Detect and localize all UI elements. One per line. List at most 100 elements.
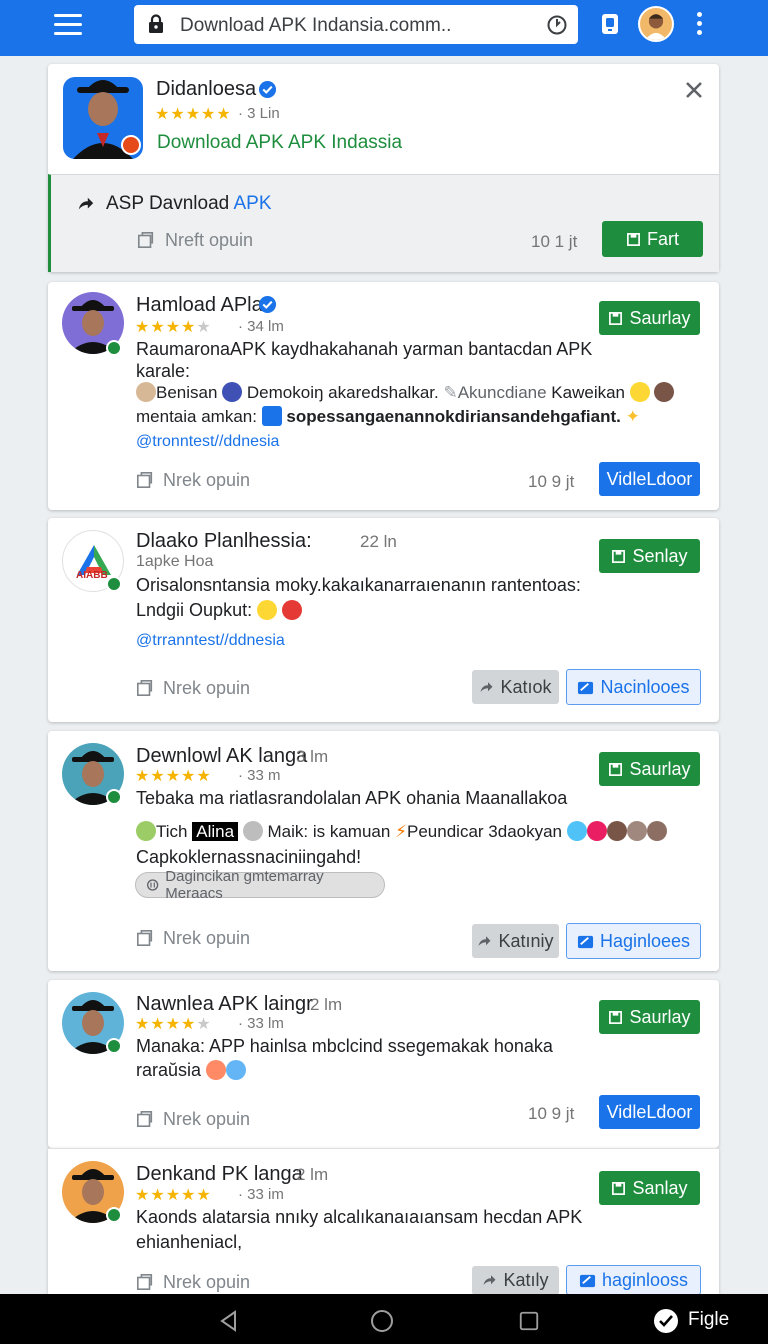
video-download-button[interactable]: VidleLdoor	[599, 462, 700, 496]
footer-label: Nrek opuin	[163, 470, 251, 490]
fart-button[interactable]: Fart	[602, 221, 703, 257]
post-title: Dlaako Planlhessia:	[136, 530, 312, 552]
post-card-3[interactable]: Dewnlowl AK langa 3 lm ★★★★★ · 33 m Saur…	[48, 731, 719, 971]
rating-stars: ★★★★★	[135, 768, 212, 785]
post-meta-title: 2 lm	[310, 995, 343, 1014]
post-body-line: Kaonds alatarsia nnıky alcalıkanaıaıansa…	[136, 1207, 583, 1227]
reload-icon[interactable]	[546, 14, 568, 36]
reply-icon[interactable]	[136, 1273, 154, 1291]
reply-icon[interactable]	[137, 231, 155, 249]
emoji-icon	[566, 821, 587, 841]
saurlay-button[interactable]: Saurlay	[599, 752, 700, 786]
reply-icon[interactable]	[136, 471, 154, 489]
katiniy-button[interactable]: Katıniy	[472, 924, 559, 958]
post-meta-title: 2 lm	[296, 1165, 329, 1184]
download-row: ASP Davnload APK Nreft opuin 10 1 jt Far…	[48, 174, 719, 272]
profile-avatar[interactable]	[638, 6, 674, 42]
footer-label: Nreft opuin	[165, 230, 254, 250]
online-indicator	[106, 1207, 122, 1223]
edit-box-icon	[578, 681, 594, 694]
pizza-emoji-icon	[206, 1060, 227, 1080]
verified-icon	[258, 295, 277, 314]
haginloees-button[interactable]: Haginloees	[566, 923, 701, 959]
saurlay-button[interactable]: Saurlay	[599, 301, 700, 335]
person-emoji-icon	[136, 821, 156, 841]
recents-icon[interactable]	[518, 1310, 540, 1332]
post-handle-link[interactable]: @tronntest//ddnesia	[136, 433, 279, 451]
post-title: Dewnlowl AK langa	[136, 745, 308, 767]
post-body-line: Capkoklernassnaciniingahd!	[136, 847, 362, 867]
menu-icon[interactable]	[54, 14, 82, 36]
home-icon[interactable]	[370, 1309, 394, 1333]
app-title: Didanloesa	[156, 78, 257, 100]
post-body-line: ehianheniacl,	[136, 1232, 243, 1252]
footer-label: Nrek opuin	[163, 1109, 251, 1129]
post-body-line-2: Lndgii Oupkut:	[136, 600, 303, 621]
system-nav-bar: Figle	[0, 1294, 768, 1344]
post-body-line: Orisalonsntansia moky.kakaıkanarraıenanı…	[136, 575, 581, 595]
post-mentions-line-2: mentaia amkan: sopessangaenannokdiriansa…	[136, 406, 640, 426]
smiley-emoji-icon	[257, 600, 278, 620]
post-body-line: Tebaka ma riatlasrandolalan APK ohania M…	[136, 788, 568, 808]
sparkle-emoji-icon: ✦	[625, 407, 640, 426]
post-body-line-2: raraŭsia	[136, 1060, 247, 1081]
post-meta-title: 3 lm	[296, 747, 329, 766]
post-body-line: Manaka: APP hainlsa mbclcind ssegemakak …	[136, 1036, 553, 1056]
person-emoji-icon	[136, 382, 156, 402]
time-label: 10 9 jt	[528, 472, 575, 491]
lock-icon	[149, 14, 163, 33]
post-mentions-line: Benisan Demokoiŋ akaredshalkar. ✎Akuncdi…	[136, 382, 675, 403]
post-card-2[interactable]: AIABB Dlaako Planlhessia: 22 ln 1apke Ho…	[48, 518, 719, 722]
back-icon[interactable]	[217, 1309, 241, 1333]
post-meta: 22 ln	[360, 532, 397, 551]
edit-box-icon	[577, 935, 594, 948]
emoji-icon	[606, 821, 627, 841]
reply-icon[interactable]	[136, 1110, 154, 1128]
post-card-1[interactable]: Hamload APla ★★★★★ · 34 lm Saurlay Rauma…	[48, 282, 719, 510]
rating-stars: ★★★★★	[135, 1016, 212, 1033]
face-emoji-icon	[282, 600, 303, 620]
post-handle-link[interactable]: @trranntest//ddnesia	[136, 632, 285, 650]
browser-toolbar: Download APK Indansia.comm..	[0, 0, 768, 56]
address-bar[interactable]: Download APK Indansia.comm..	[134, 5, 578, 44]
video-download-button[interactable]: VidleLdoor	[599, 1095, 700, 1129]
post-title: Nawnlea APK laingr	[136, 993, 313, 1015]
nav-right-label[interactable]: Figle	[688, 1309, 729, 1331]
emoji-icon	[646, 821, 667, 841]
sanlay-button[interactable]: Sanlay	[599, 1171, 700, 1205]
rocket-emoji-icon	[226, 1060, 247, 1080]
post-card-5[interactable]: Denkand PK langa 2 lm ★★★★★ · 33 im Sanl…	[48, 1148, 719, 1295]
featured-app-card: Didanloesa ★★★★★ · 3 Lin Download APK AP…	[48, 64, 719, 272]
alina-tag: Alina	[192, 822, 239, 841]
post-body-line: RaumaronaAPK kaydhakahanah yarman bantac…	[136, 339, 593, 359]
post-card-4[interactable]: Nawnlea APK laingr 2 lm ★★★★★ · 33 lm Sa…	[48, 980, 719, 1148]
verified-icon	[258, 80, 277, 99]
tab-switcher-icon[interactable]	[598, 12, 622, 38]
haginlooss-button[interactable]: haginlooss	[566, 1265, 701, 1295]
nacinlooes-button[interactable]: Nacinlooes	[566, 669, 701, 705]
post-mentions-line: Tich Alina Maik: is kamuan ⚡Peundicar 3d…	[136, 821, 667, 842]
senlay-button[interactable]: Senlay	[599, 539, 700, 573]
url-text[interactable]: Download APK Indansia.comm..	[180, 15, 451, 37]
smiley-emoji-icon	[629, 382, 650, 402]
katiok-button[interactable]: Katıok	[472, 670, 559, 704]
app-icon[interactable]	[63, 77, 143, 159]
app-download-link[interactable]: Download APK APK Indassia	[157, 132, 402, 154]
edit-icon: ✎	[443, 383, 458, 402]
save-icon	[627, 232, 640, 246]
saurlay-button[interactable]: Saurlay	[599, 1000, 700, 1034]
rating-stars: ★★★★★	[155, 106, 232, 123]
rating-stars: ★★★★★	[135, 319, 212, 336]
emoji-icon	[586, 821, 607, 841]
circle-logo-icon	[222, 382, 243, 402]
reply-icon[interactable]	[136, 929, 154, 947]
more-vert-icon[interactable]	[694, 12, 704, 38]
post-title: Denkand PK langa	[136, 1163, 303, 1185]
check-circle-icon[interactable]	[653, 1308, 679, 1334]
online-indicator	[106, 1038, 122, 1054]
tag-chip[interactable]: Dagincikan gmtemarray Meraacs	[135, 868, 385, 902]
reply-icon[interactable]	[136, 679, 154, 697]
close-icon[interactable]	[684, 80, 704, 100]
post-body-line: karale:	[136, 361, 191, 381]
katily-button[interactable]: Katıly	[472, 1266, 559, 1295]
